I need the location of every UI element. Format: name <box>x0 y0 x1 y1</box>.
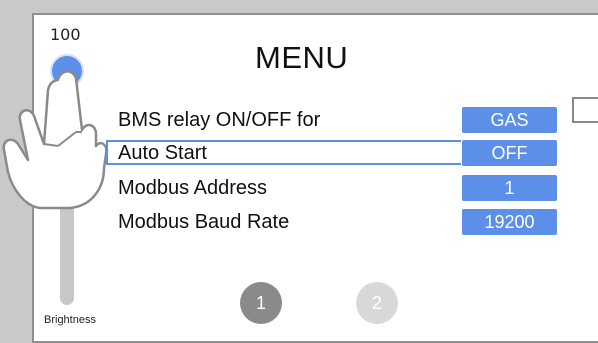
menu-label-modbus-address: Modbus Address <box>118 177 267 199</box>
pointing-hand-icon <box>2 70 108 210</box>
auto-start-value-button[interactable]: OFF <box>462 140 557 166</box>
modbus-baud-rate-value-button[interactable]: 19200 <box>462 209 557 235</box>
brightness-value: 100 <box>50 25 81 44</box>
bms-relay-value-button[interactable]: GAS <box>462 107 557 133</box>
modbus-address-value-button[interactable]: 1 <box>462 175 557 201</box>
menu-label-modbus-baud-rate: Modbus Baud Rate <box>118 211 290 233</box>
menu-title: MENU <box>255 40 349 75</box>
brightness-label: Brightness <box>44 314 96 326</box>
page-2-button[interactable]: 2 <box>356 282 398 324</box>
menu-label-auto-start[interactable]: Auto Start <box>118 140 207 166</box>
checkbox[interactable] <box>572 97 598 123</box>
menu-label-bms-relay: BMS relay ON/OFF for <box>118 109 321 131</box>
page-1-button[interactable]: 1 <box>240 282 282 324</box>
